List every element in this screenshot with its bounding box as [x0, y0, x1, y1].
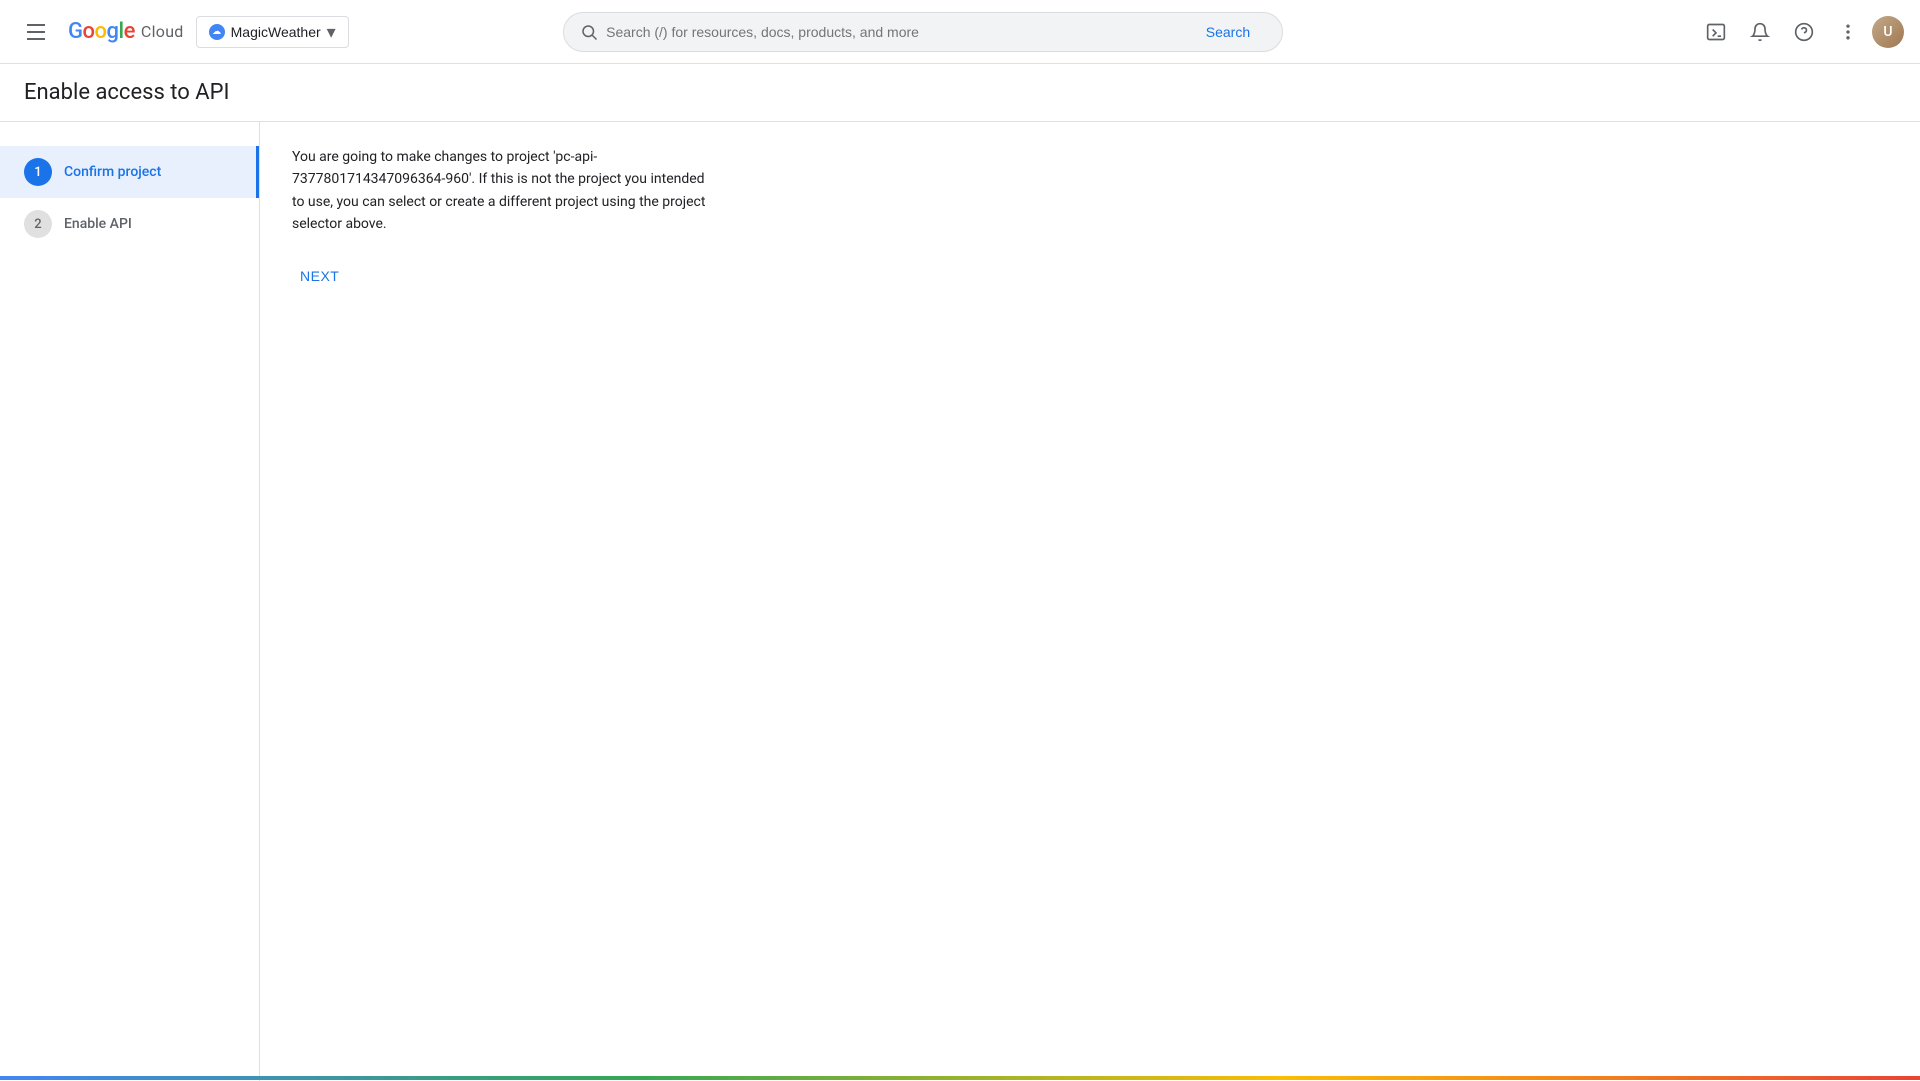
main-content: 1 Confirm project 2 Enable API You are g…	[0, 122, 1920, 1081]
step-1-label: Confirm project	[64, 164, 161, 180]
search-bar-inner: Search	[563, 12, 1283, 52]
topbar-left: Google Cloud ☁ MagicWeather ▾	[16, 12, 349, 52]
topbar: Google Cloud ☁ MagicWeather ▾ Search	[0, 0, 1920, 64]
cloud-shell-button[interactable]	[1696, 12, 1736, 52]
help-button[interactable]	[1784, 12, 1824, 52]
page-title-bar: Enable access to API	[0, 64, 1920, 122]
step-2-enable-api[interactable]: 2 Enable API	[0, 198, 259, 250]
search-input[interactable]	[606, 24, 1182, 40]
terminal-icon	[1706, 22, 1726, 42]
more-vert-icon	[1838, 22, 1858, 42]
bottom-accent-bar	[0, 1076, 1920, 1080]
step-1-number: 1	[24, 158, 52, 186]
avatar[interactable]: U	[1872, 16, 1904, 48]
topbar-right: U	[1696, 12, 1904, 52]
project-name: MagicWeather	[231, 24, 321, 40]
project-icon: ☁	[209, 24, 225, 40]
project-selector[interactable]: ☁ MagicWeather ▾	[196, 16, 349, 48]
step-1-confirm-project[interactable]: 1 Confirm project	[0, 146, 259, 198]
step-2-label: Enable API	[64, 216, 132, 232]
next-button[interactable]: NEXT	[292, 260, 347, 292]
google-logo-text: Google	[68, 19, 135, 44]
search-icon	[580, 23, 598, 41]
hamburger-icon	[27, 24, 45, 40]
page-title: Enable access to API	[24, 80, 229, 105]
more-options-button[interactable]	[1828, 12, 1868, 52]
cloud-logo-text: Cloud	[141, 22, 184, 41]
help-icon	[1794, 22, 1814, 42]
confirm-project-text: You are going to make changes to project…	[292, 146, 712, 236]
search-button[interactable]: Search	[1190, 18, 1266, 46]
google-cloud-logo[interactable]: Google Cloud	[68, 19, 184, 44]
notifications-button[interactable]	[1740, 12, 1780, 52]
menu-button[interactable]	[16, 12, 56, 52]
stepper-sidebar: 1 Confirm project 2 Enable API	[0, 122, 260, 1081]
chevron-down-icon: ▾	[327, 23, 336, 41]
step-2-number: 2	[24, 210, 52, 238]
avatar-image: U	[1872, 16, 1904, 48]
search-bar: Search	[563, 12, 1283, 52]
content-area: You are going to make changes to project…	[260, 122, 1920, 1081]
bell-icon	[1750, 22, 1770, 42]
